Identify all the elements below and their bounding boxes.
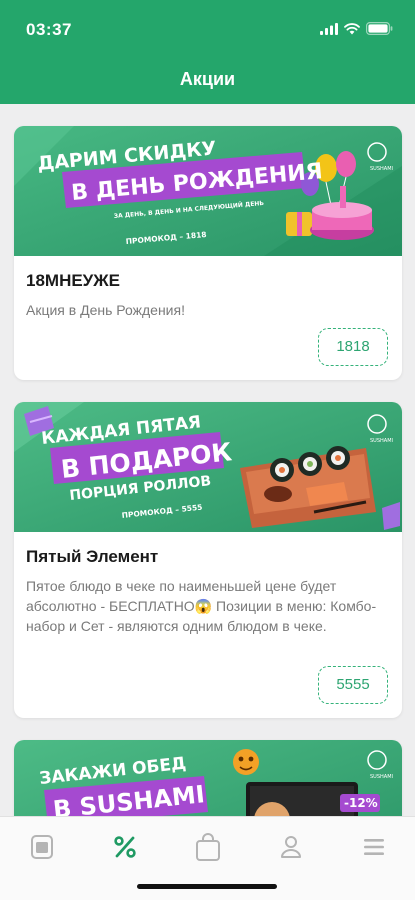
svg-text:SUSHAMI: SUSHAMI (370, 166, 393, 172)
promo-code-chip[interactable]: 5555 (318, 666, 388, 704)
promo-code-chip[interactable]: 1818 (318, 328, 388, 366)
status-bar: 03:37 (0, 0, 415, 52)
home-indicator (137, 884, 277, 889)
promo-card[interactable]: -12% SUSHAMI ЗАКАЖИ ОБЕД В SUSHAMI (14, 740, 402, 816)
banner-illustration: SUSHAMI КАЖДАЯ ПЯТАЯ В ПОДАРОК ПОРЦИЯ РО… (14, 402, 402, 532)
signal-icon (320, 22, 338, 35)
promo-title: 18МНЕУЖЕ (26, 271, 120, 290)
status-time: 03:37 (26, 20, 72, 39)
tab-profile[interactable] (271, 827, 311, 867)
menu-card-icon (31, 835, 53, 859)
tab-menu[interactable] (22, 827, 62, 867)
banner-illustration: -12% SUSHAMI ЗАКАЖИ ОБЕД В SUSHAMI (14, 740, 402, 816)
tab-more[interactable] (354, 827, 394, 867)
hamburger-icon (364, 839, 384, 855)
promo-banner-lunch: -12% SUSHAMI ЗАКАЖИ ОБЕД В SUSHAMI (14, 740, 402, 816)
svg-text:SUSHAMI: SUSHAMI (370, 438, 393, 444)
battery-icon (366, 22, 393, 35)
promo-description: Пятое блюдо в чеке по наименьшей цене бу… (26, 578, 377, 634)
promo-card[interactable]: SUSHAMI КАЖДАЯ ПЯТАЯ В ПОДАРОК ПОРЦИЯ РО… (14, 402, 402, 718)
promo-card[interactable]: SUSHAMI ДАРИМ СКИДКУ В ДЕНЬ РОЖДЕНИЯ ЗА … (14, 126, 402, 380)
shopping-bag-icon (196, 833, 220, 861)
tab-cart[interactable] (188, 827, 228, 867)
nav-bar: Акции (0, 52, 415, 104)
page-title: Акции (179, 69, 236, 89)
promotions-list[interactable]: SUSHAMI ДАРИМ СКИДКУ В ДЕНЬ РОЖДЕНИЯ ЗА … (0, 104, 415, 816)
wifi-icon (344, 22, 360, 34)
percent-icon (114, 836, 136, 858)
tab-promotions[interactable] (105, 827, 145, 867)
person-icon (281, 836, 301, 858)
svg-text:SUSHAMI: SUSHAMI (370, 774, 393, 780)
promo-title: Пятый Элемент (26, 547, 159, 566)
promo-description: Акция в День Рождения! (26, 302, 185, 318)
banner-illustration: SUSHAMI ДАРИМ СКИДКУ В ДЕНЬ РОЖДЕНИЯ ЗА … (14, 126, 402, 256)
promo-banner-birthday: SUSHAMI ДАРИМ СКИДКУ В ДЕНЬ РОЖДЕНИЯ ЗА … (14, 126, 402, 256)
status-icons (320, 22, 393, 35)
promo-banner-fifth: SUSHAMI КАЖДАЯ ПЯТАЯ В ПОДАРОК ПОРЦИЯ РО… (14, 402, 402, 532)
svg-text:-12%: -12% (344, 796, 378, 810)
